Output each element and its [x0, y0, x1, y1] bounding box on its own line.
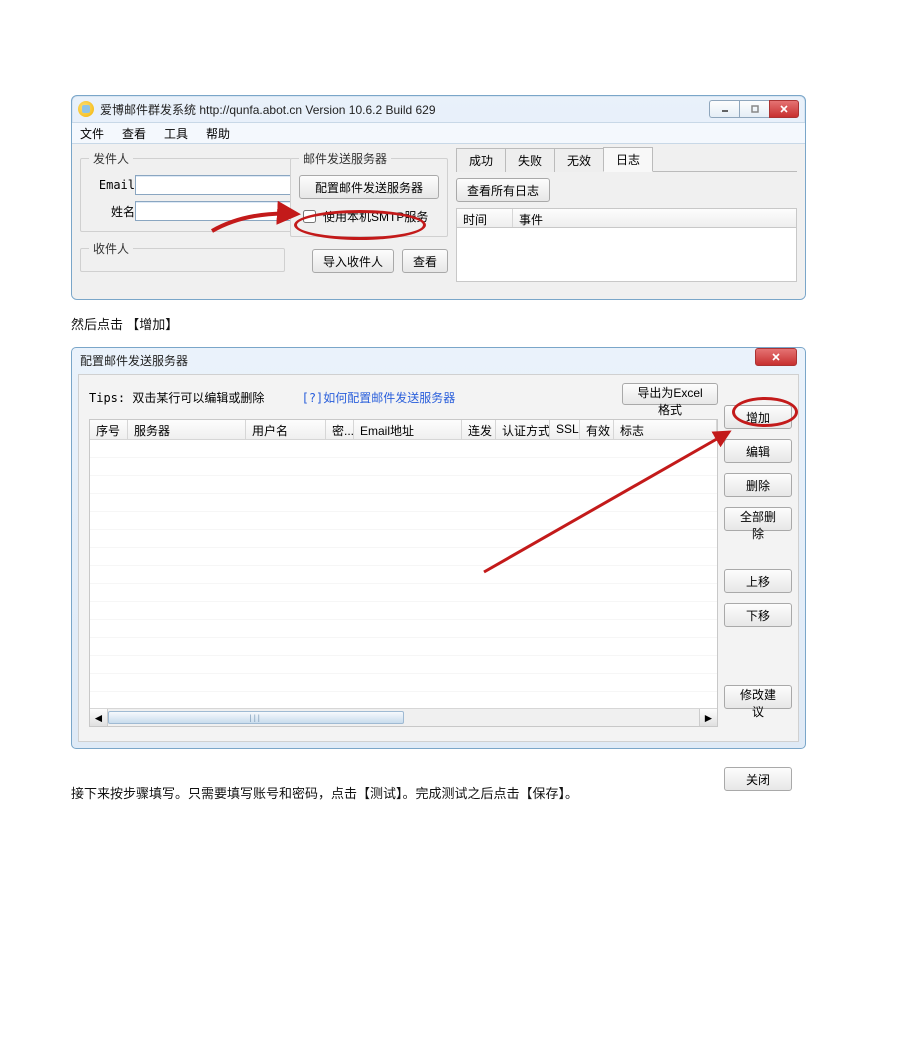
- import-recipient-button[interactable]: 导入收件人: [312, 249, 394, 273]
- smtp-group: 邮件发送服务器 配置邮件发送服务器 使用本机SMTP服务: [290, 150, 448, 237]
- local-smtp-checkbox[interactable]: 使用本机SMTP服务: [299, 207, 439, 226]
- scroll-thumb[interactable]: [108, 711, 404, 724]
- log-body: [456, 228, 797, 282]
- email-label: Email: [89, 178, 135, 192]
- col-valid: 有效: [580, 420, 614, 439]
- tips-link[interactable]: 如何配置邮件发送服务器: [302, 391, 456, 405]
- col-server: 服务器: [128, 420, 246, 439]
- menu-view[interactable]: 查看: [122, 125, 146, 142]
- col-pass: 密...: [326, 420, 354, 439]
- dialog-title: 配置邮件发送服务器: [80, 352, 188, 369]
- scroll-track[interactable]: [108, 709, 699, 726]
- window-title: 爱博邮件群发系统 http://qunfa.abot.cn Version 10…: [100, 101, 436, 118]
- edit-button[interactable]: 编辑: [724, 439, 792, 463]
- col-index: 序号: [90, 420, 128, 439]
- app-icon: [78, 101, 94, 117]
- scroll-right-icon[interactable]: ►: [699, 709, 717, 726]
- close-dialog-button[interactable]: 关闭: [724, 767, 792, 791]
- delete-all-button[interactable]: 全部删除: [724, 507, 792, 531]
- tab-invalid[interactable]: 无效: [554, 148, 604, 172]
- menu-bar: 文件 查看 工具 帮助: [72, 122, 805, 144]
- main-titlebar: 爱博邮件群发系统 http://qunfa.abot.cn Version 10…: [72, 96, 805, 122]
- col-time: 时间: [457, 209, 513, 227]
- config-smtp-button[interactable]: 配置邮件发送服务器: [299, 175, 439, 199]
- tab-fail[interactable]: 失败: [505, 148, 555, 172]
- minimize-button[interactable]: [709, 100, 739, 118]
- server-table-body[interactable]: [90, 440, 717, 708]
- add-button[interactable]: 增加: [724, 405, 792, 429]
- suggest-button[interactable]: 修改建议: [724, 685, 792, 709]
- export-excel-button[interactable]: 导出为Excel格式: [622, 383, 718, 405]
- recipient-group: 收件人: [80, 240, 285, 272]
- menu-tools[interactable]: 工具: [164, 125, 188, 142]
- col-ssl: SSL: [550, 420, 580, 439]
- instruction-1: 然后点击 【增加】: [71, 314, 920, 333]
- tips-text: Tips: 双击某行可以编辑或删除: [89, 391, 264, 405]
- move-down-button[interactable]: 下移: [724, 603, 792, 627]
- local-smtp-label: 使用本机SMTP服务: [323, 208, 428, 225]
- dialog-titlebar: 配置邮件发送服务器: [72, 348, 805, 372]
- server-table: 序号 服务器 用户名 密... Email地址 连发 认证方式 SSL 有效 标…: [89, 419, 718, 727]
- server-table-head: 序号 服务器 用户名 密... Email地址 连发 认证方式 SSL 有效 标…: [90, 420, 717, 440]
- tab-success[interactable]: 成功: [456, 148, 506, 172]
- instruction-2: 接下来按步骤填写。只需要填写账号和密码，点击【测试】。完成测试之后点击【保存】。: [71, 783, 920, 802]
- dialog-side-buttons: 增加 编辑 删除 全部删除 上移 下移 修改建议 关闭: [724, 405, 792, 801]
- scroll-left-icon[interactable]: ◄: [90, 709, 108, 726]
- col-event: 事件: [513, 209, 796, 227]
- col-burst: 连发: [462, 420, 496, 439]
- menu-help[interactable]: 帮助: [206, 125, 230, 142]
- delete-button[interactable]: 删除: [724, 473, 792, 497]
- recipient-legend: 收件人: [89, 240, 133, 257]
- name-label: 姓名: [89, 203, 135, 220]
- smtp-legend: 邮件发送服务器: [299, 150, 391, 167]
- local-smtp-check[interactable]: [303, 210, 316, 223]
- col-email: Email地址: [354, 420, 462, 439]
- hscrollbar[interactable]: ◄ ►: [90, 708, 717, 726]
- col-auth: 认证方式: [496, 420, 550, 439]
- maximize-button[interactable]: [739, 100, 769, 118]
- sender-legend: 发件人: [89, 150, 133, 167]
- tab-log[interactable]: 日志: [603, 147, 653, 172]
- log-header: 时间 事件: [456, 208, 797, 228]
- col-user: 用户名: [246, 420, 326, 439]
- view-button[interactable]: 查看: [402, 249, 448, 273]
- dialog-close-button[interactable]: [755, 348, 797, 366]
- menu-file[interactable]: 文件: [80, 125, 104, 142]
- close-button[interactable]: [769, 100, 799, 118]
- log-tabstrip: 成功 失败 无效 日志: [456, 150, 797, 172]
- move-up-button[interactable]: 上移: [724, 569, 792, 593]
- tips-row: Tips: 双击某行可以编辑或删除 如何配置邮件发送服务器: [89, 389, 455, 406]
- view-all-log-button[interactable]: 查看所有日志: [456, 178, 550, 202]
- config-dialog: 配置邮件发送服务器 Tips: 双击某行可以编辑或删除 如何配置邮件发送服务器 …: [71, 347, 806, 749]
- main-window: 爱博邮件群发系统 http://qunfa.abot.cn Version 10…: [71, 95, 806, 300]
- col-flag: 标志: [614, 420, 717, 439]
